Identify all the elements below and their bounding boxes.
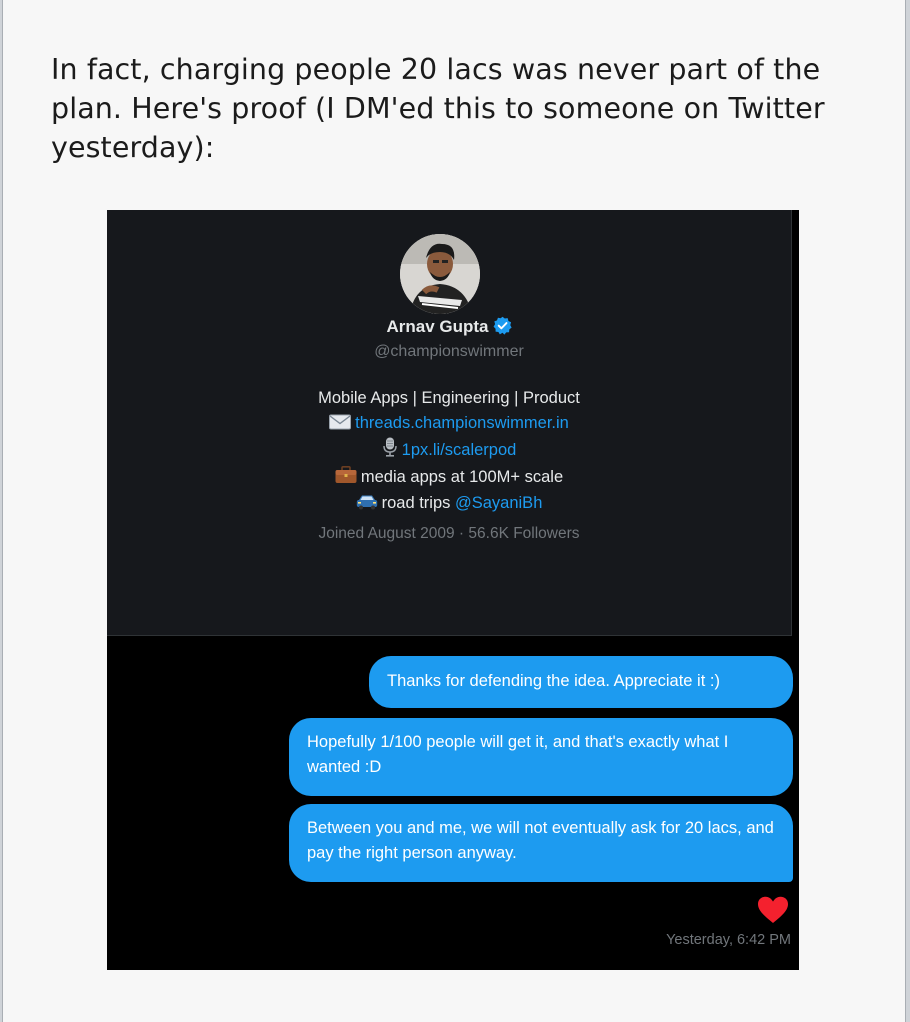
briefcase-icon: [335, 465, 357, 492]
verified-badge-icon: [493, 316, 512, 341]
bio-line-2: threads.championswimmer.in: [107, 411, 791, 438]
bio-line-1: Mobile Apps | Engineering | Product: [318, 389, 580, 407]
message-bubble-1[interactable]: Thanks for defending the idea. Appreciat…: [369, 656, 793, 708]
bio-scale-text: media apps at 100M+ scale: [360, 467, 564, 486]
message-bubble-3[interactable]: Between you and me, we will not eventual…: [289, 804, 793, 882]
bio-mention[interactable]: @SayaniBh: [455, 494, 542, 512]
heart-icon[interactable]: [757, 896, 789, 924]
intro-paragraph: In fact, charging people 20 lacs was nev…: [51, 53, 825, 164]
message-bubble-2[interactable]: Hopefully 1/100 people will get it, and …: [289, 718, 793, 796]
message-timestamp: Yesterday, 6:42 PM: [666, 932, 791, 948]
profile-name[interactable]: Arnav Gupta: [386, 317, 488, 336]
bio-line-4: media apps at 100M+ scale: [107, 465, 791, 492]
profile-card: Arnav Gupta @championswimmer Mobile Apps…: [107, 210, 792, 636]
twitter-dm-screenshot: Arnav Gupta @championswimmer Mobile Apps…: [107, 210, 799, 970]
profile-bio: Mobile Apps | Engineering | Product thre…: [107, 386, 791, 518]
profile-handle[interactable]: @championswimmer: [107, 343, 791, 361]
bio-line-5: road trips @SayaniBh: [107, 491, 791, 518]
microphone-icon: [382, 437, 398, 465]
bio-line-3: 1px.li/scalerpod: [107, 437, 791, 465]
car-icon: [356, 493, 378, 518]
envelope-icon: [329, 413, 352, 438]
joined-followers: Joined August 2009 · 56.6K Followers: [318, 525, 580, 542]
bio-roadtrips-text: road trips: [381, 494, 455, 512]
blog-post: In fact, charging people 20 lacs was nev…: [2, 0, 906, 1022]
profile-name-row: Arnav Gupta: [107, 316, 791, 341]
avatar[interactable]: [400, 234, 480, 314]
bio-link-threads[interactable]: threads.championswimmer.in: [355, 414, 569, 432]
bio-link-scalerpod[interactable]: 1px.li/scalerpod: [402, 441, 517, 459]
